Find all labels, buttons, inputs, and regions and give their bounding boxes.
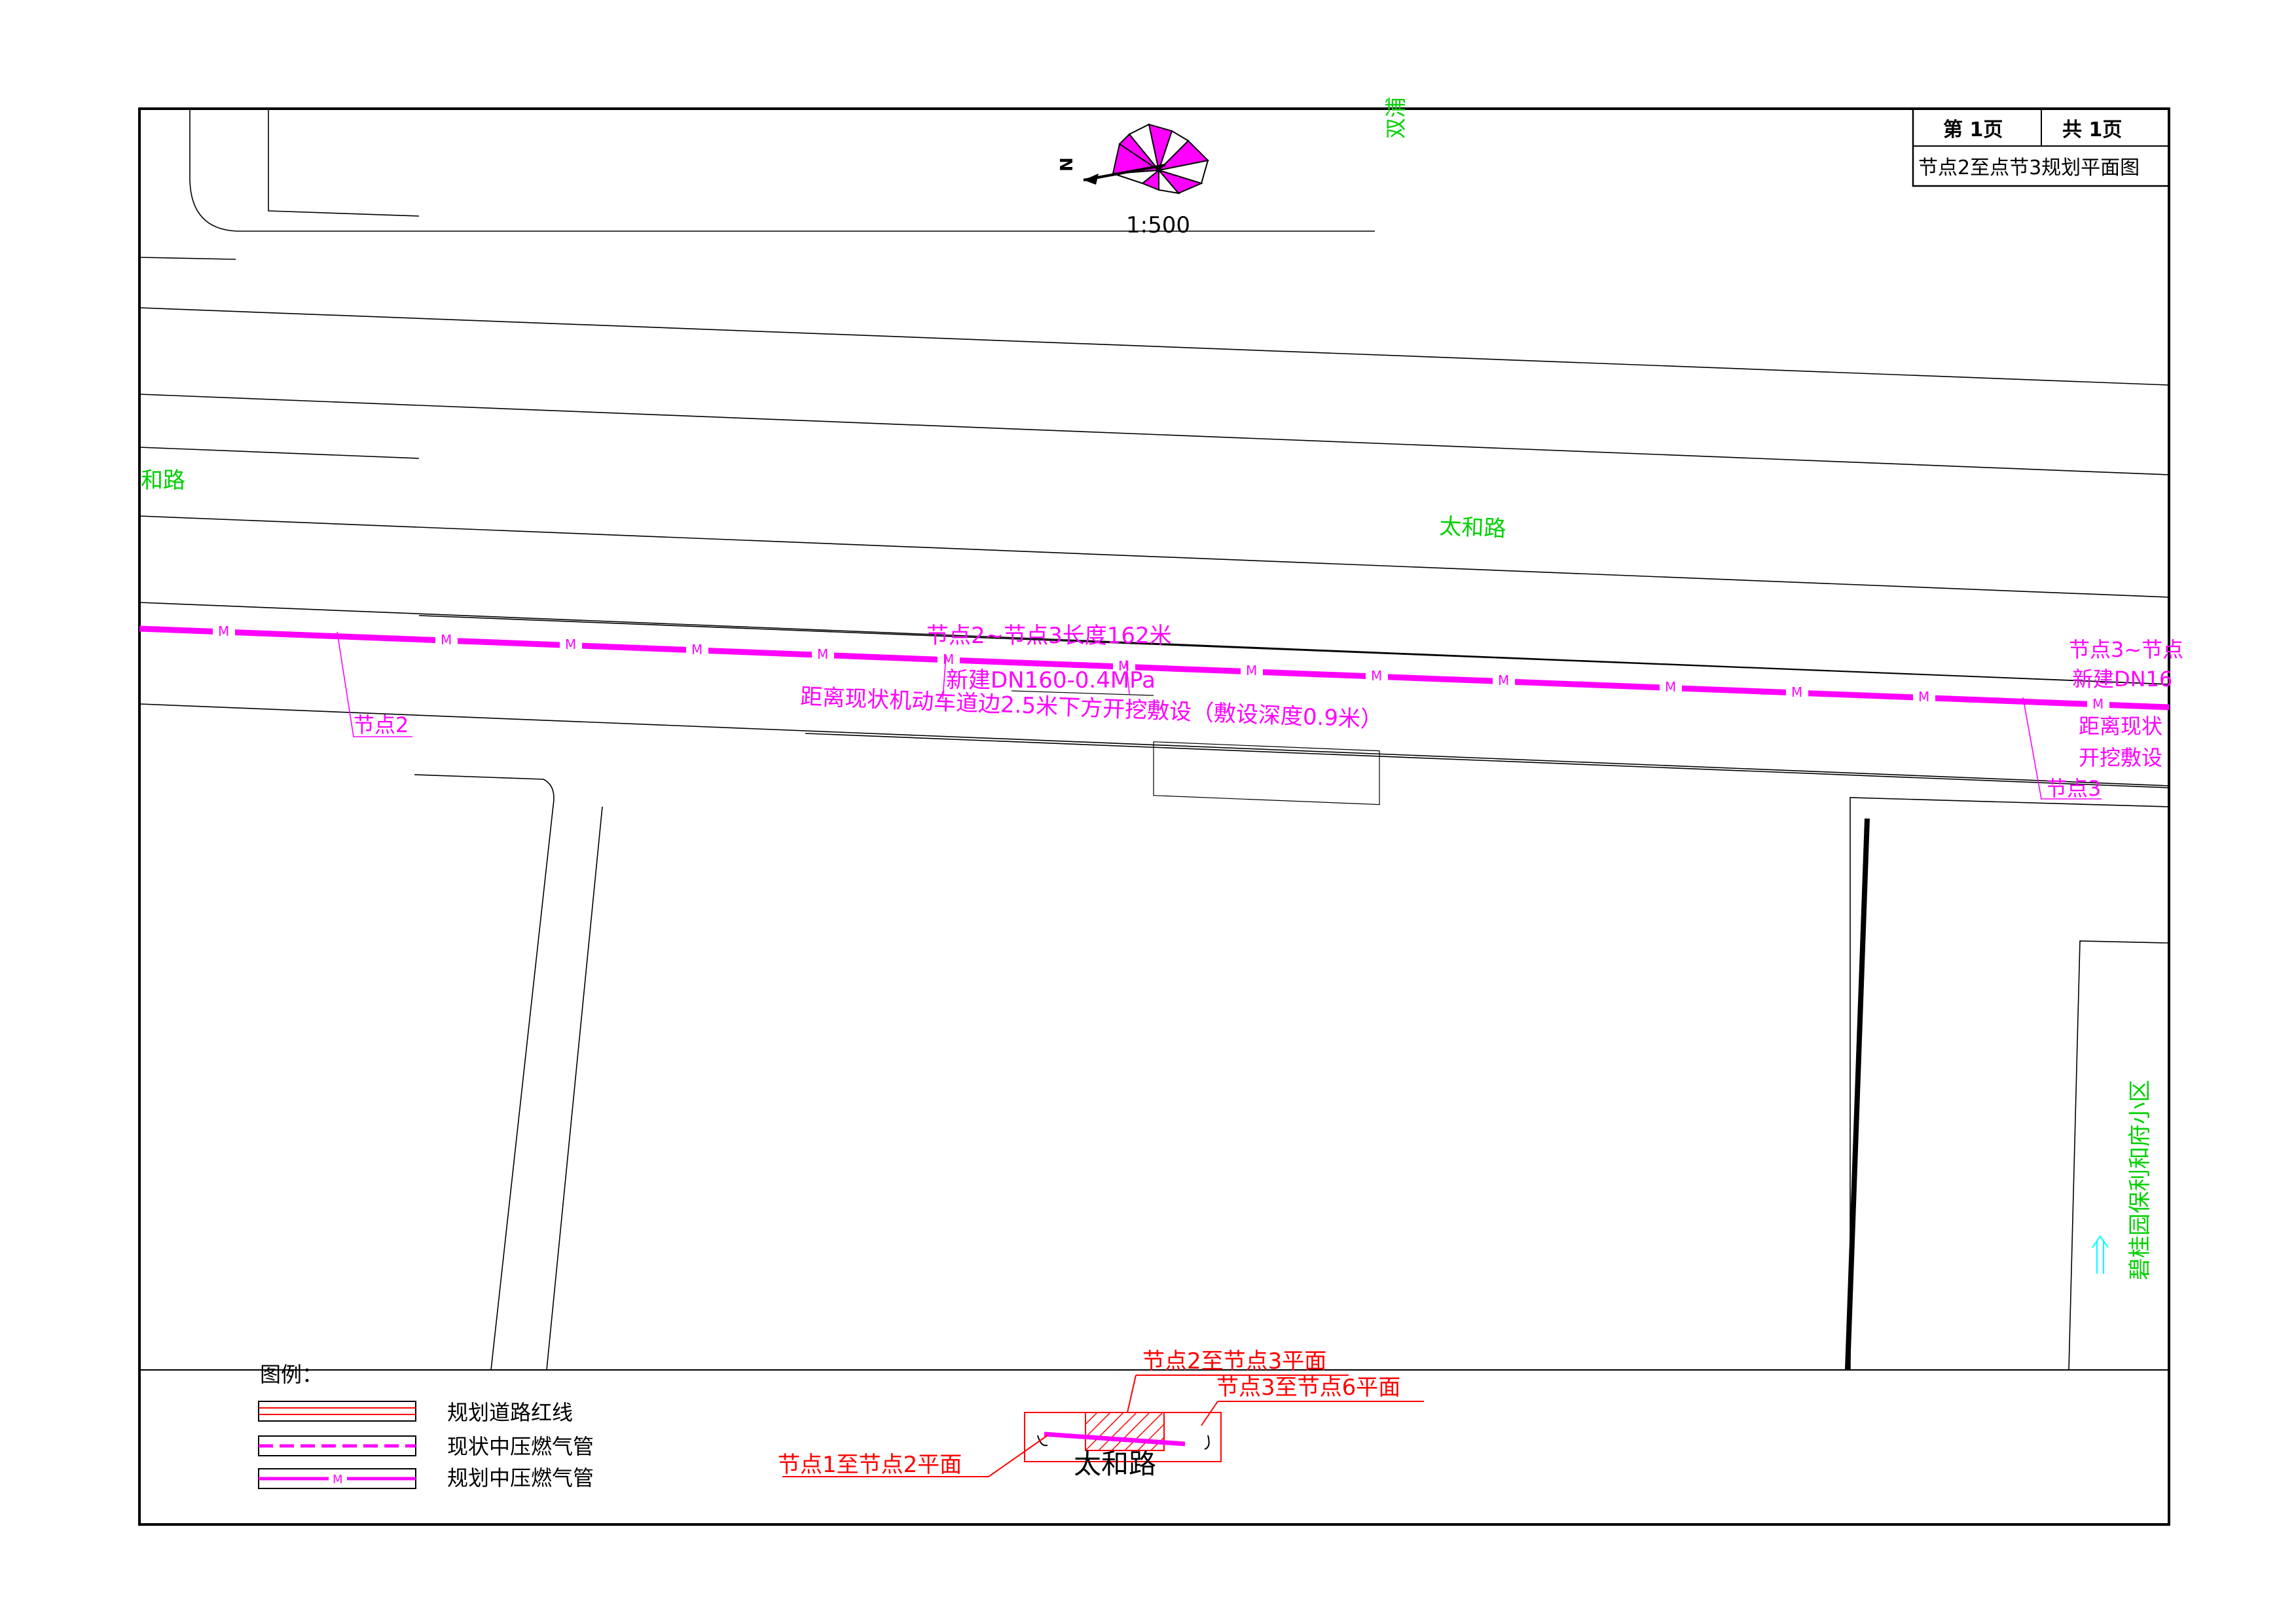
north-label: N [1057, 157, 1077, 172]
right-note-1: 节点3~节点 [2069, 637, 2183, 662]
legend-pipe-marker: M [333, 1473, 343, 1486]
legend-item-label: 现状中压燃气管 [447, 1434, 594, 1459]
pipe-marker: M [218, 623, 229, 639]
drawing-sheet: 第 1页 共 1页 节点2至点节3规划平面图 N 1:500 M M M M M… [138, 97, 2183, 1526]
page-total: 共 1页 [2062, 119, 2122, 141]
key-map: 节点2至节点3平面 节点3至节点6平面 节点1至节点2平面 太和路 [778, 1348, 1424, 1480]
legend-title: 图例： [260, 1362, 323, 1387]
scale-label: 1:500 [1126, 212, 1190, 238]
pipe-marker: M [1371, 668, 1382, 684]
right-note-2: 新建DN16 [2072, 667, 2172, 692]
left-road-label: 和路 [141, 468, 185, 494]
pipeline-spec-note: 新建DN160-0.4MPa [946, 667, 1156, 693]
drawing-title: 节点2至点节3规划平面图 [1918, 157, 2140, 179]
pipe-marker: M [1498, 673, 1509, 688]
legend-item-label: 规划中压燃气管 [447, 1466, 594, 1490]
pipe-marker: M [691, 642, 702, 657]
pipeline-length-note: 节点2~节点3长度162米 [926, 623, 1172, 649]
key-map-left-label: 节点1至节点2平面 [778, 1452, 962, 1478]
title-block: 第 1页 共 1页 节点2至点节3规划平面图 [1912, 107, 2170, 187]
node2-label: 节点2 [354, 712, 409, 737]
legend: 图例： 规划道路红线 现状中压燃气管 M 规划中压燃气管 [258, 1362, 594, 1490]
community-label: 碧桂园保利和府小区 [2127, 1080, 2153, 1280]
pipe-marker: M [441, 632, 452, 648]
key-map-right-label: 节点3至节点6平面 [1216, 1375, 1400, 1401]
road-lines [139, 109, 2170, 1371]
top-road-label: 双浦 [1383, 97, 1408, 139]
pipe-marker: M [943, 652, 954, 667]
key-map-center-label: 节点2至节点3平面 [1142, 1348, 1326, 1375]
key-map-road-name: 太和路 [1074, 1448, 1156, 1480]
arrow-icon [2092, 1235, 2109, 1274]
pipe-marker: M [1665, 679, 1676, 695]
pipe-marker: M [565, 637, 576, 652]
pipe-marker: M [817, 646, 828, 662]
legend-item-label: 规划道路红线 [447, 1400, 573, 1425]
drawing-frame [138, 107, 2170, 1526]
right-note-4: 开挖敷设 [2079, 745, 2162, 770]
page-number: 第 1页 [1943, 119, 2003, 141]
wind-rose-icon [1083, 123, 1210, 194]
main-road-label: 太和路 [1439, 513, 1507, 542]
right-note-3: 距离现状 [2079, 714, 2162, 739]
pipe-marker: M [1918, 689, 1929, 705]
pipe-marker: M [1791, 684, 1802, 700]
node3-label: 节点3 [2046, 776, 2101, 801]
pipe-marker: M [2092, 696, 2104, 712]
pipe-marker: M [1246, 663, 1257, 678]
